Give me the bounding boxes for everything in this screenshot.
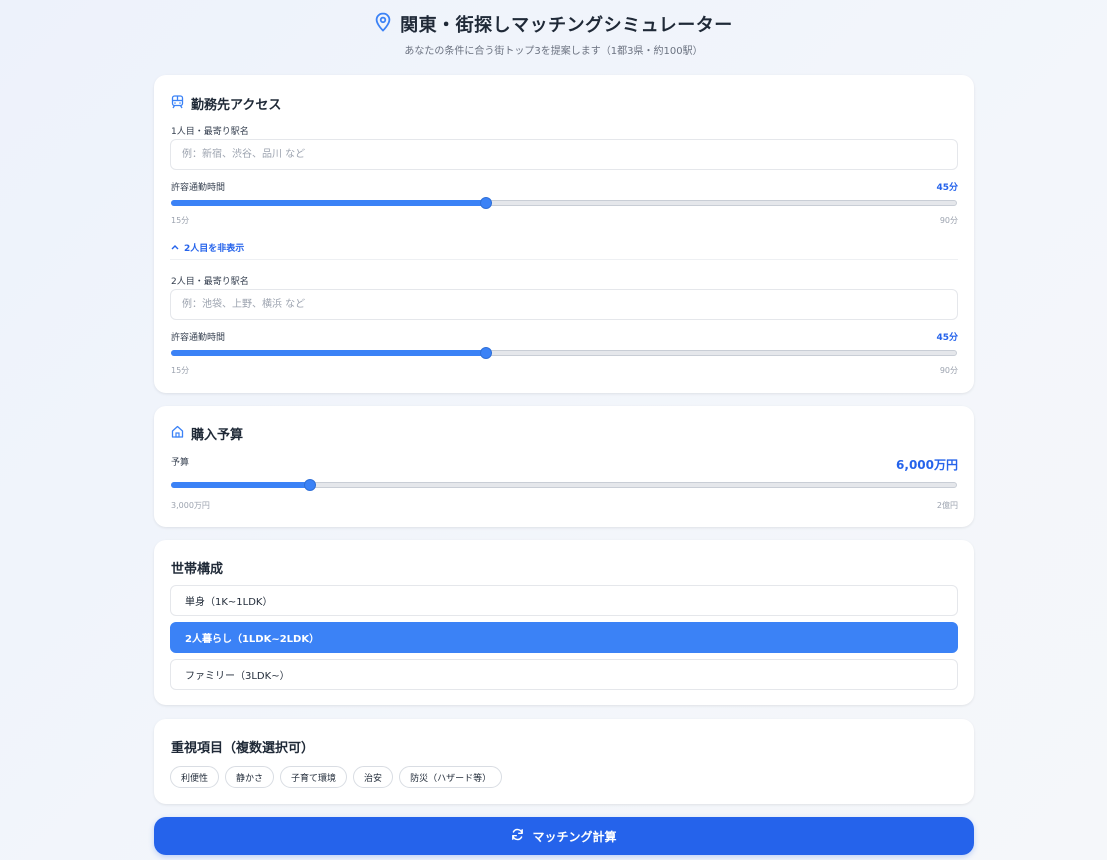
- time2-max: 90分: [939, 366, 958, 375]
- time2-slider-thumb[interactable]: [479, 347, 492, 359]
- refresh-icon: [511, 828, 524, 844]
- priority-chip-childcare[interactable]: 子育て環境: [280, 766, 348, 788]
- budget-label: 予算: [171, 458, 190, 468]
- time1-min: 15分: [171, 216, 190, 225]
- time2-slider-fill: [171, 350, 485, 356]
- priorities-card: 重視項目（複数選択可） 利便性 静かさ 子育て環境 治安 防災（ハザード等）: [154, 719, 974, 804]
- household-option-family[interactable]: ファミリー（3LDK~）: [170, 659, 958, 690]
- budget-min: 3,000万円: [171, 501, 210, 510]
- budget-slider-thumb[interactable]: [304, 479, 317, 491]
- budget-section-title: 購入予算: [171, 424, 243, 443]
- home-icon: [171, 425, 184, 442]
- calculate-button[interactable]: マッチング計算: [154, 817, 974, 855]
- train-icon: [171, 94, 184, 113]
- hide-person2-toggle[interactable]: 2人目を非表示: [171, 241, 244, 254]
- time2-label: 許容通勤時間: [171, 333, 226, 343]
- priority-chip-safety[interactable]: 治安: [353, 766, 394, 788]
- time1-max: 90分: [939, 216, 958, 225]
- household-card: 世帯構成 単身（1K~1LDK） 2人暮らし（1LDK~2LDK） ファミリー（…: [154, 540, 974, 705]
- time1-slider-fill: [171, 200, 485, 206]
- station1-input[interactable]: [170, 139, 958, 170]
- page-subtitle: あなたの条件に合う街トップ3を提案します（1都3県・約100駅）: [404, 46, 703, 57]
- commute-card: 勤務先アクセス 1人目・最寄り駅名 許容通勤時間 45分 15分 90分 2人目…: [154, 75, 974, 393]
- budget-card: 購入予算 予算 6,000万円 3,000万円 2億円: [154, 406, 974, 527]
- household-option-couple[interactable]: 2人暮らし（1LDK~2LDK）: [170, 622, 958, 653]
- station2-label: 2人目・最寄り駅名: [171, 277, 249, 287]
- priority-chip-disaster[interactable]: 防災（ハザード等）: [399, 766, 503, 788]
- divider: [170, 259, 958, 260]
- station1-label: 1人目・最寄り駅名: [171, 127, 249, 137]
- time1-label: 許容通勤時間: [171, 183, 226, 193]
- time1-slider-thumb[interactable]: [479, 197, 492, 209]
- budget-slider-fill: [171, 482, 310, 488]
- priorities-section-title: 重視項目（複数選択可）: [171, 741, 315, 756]
- budget-max: 2億円: [936, 501, 958, 510]
- page-header: 関東・街探しマッチングシミュレーター あなたの条件に合う街トップ3を提案します（…: [0, 10, 1107, 57]
- commute-title-text: 勤務先アクセス: [191, 98, 282, 113]
- time2-value: 45分: [936, 333, 958, 343]
- household-section-title: 世帯構成: [171, 562, 224, 577]
- household-option-single[interactable]: 単身（1K~1LDK）: [170, 585, 958, 616]
- chevron-up-icon: [171, 243, 179, 253]
- map-pin-icon: [374, 12, 392, 36]
- hide-person2-label: 2人目を非表示: [184, 244, 245, 254]
- priority-chips: 利便性 静かさ 子育て環境 治安 防災（ハザード等）: [170, 766, 503, 788]
- priority-chip-quiet[interactable]: 静かさ: [225, 766, 275, 788]
- commute-section-title: 勤務先アクセス: [171, 94, 281, 113]
- station2-input[interactable]: [170, 289, 958, 320]
- calculate-button-label: マッチング計算: [532, 829, 617, 844]
- time2-slider[interactable]: [171, 347, 957, 359]
- priority-chip-convenience[interactable]: 利便性: [170, 766, 220, 788]
- time1-value: 45分: [936, 183, 958, 193]
- budget-title-text: 購入予算: [191, 428, 244, 443]
- budget-value: 6,000万円: [896, 458, 958, 472]
- page-title: 関東・街探しマッチングシミュレーター: [400, 15, 733, 36]
- time2-min: 15分: [171, 366, 190, 375]
- budget-slider[interactable]: [171, 479, 957, 491]
- time1-slider[interactable]: [171, 197, 957, 209]
